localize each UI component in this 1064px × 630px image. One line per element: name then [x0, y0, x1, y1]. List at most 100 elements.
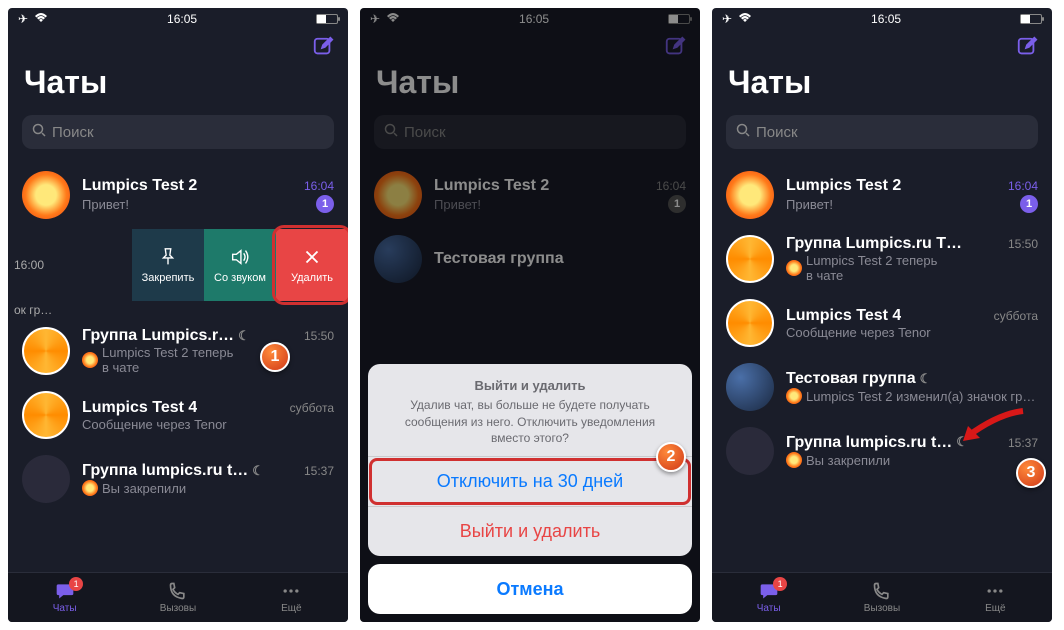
page-title: Чаты [8, 58, 348, 107]
search-input[interactable]: Поиск [374, 115, 686, 149]
tab-chats[interactable]: Чаты 1 [8, 573, 121, 622]
search-icon [384, 123, 398, 141]
chat-message: Lumpics Test 2 изменил(а) значок гр… [806, 389, 1035, 404]
sheet-leave-label: Выйти и удалить [460, 521, 600, 542]
chat-row-lumpics4[interactable]: Lumpics Test 4суббота Сообщение через Te… [712, 291, 1052, 355]
tab-more[interactable]: Ещё [939, 573, 1052, 622]
chat-message: Сообщение через Tenor [786, 325, 1038, 340]
chat-name: Lumpics Test 2 [82, 177, 197, 195]
wifi-icon [34, 12, 48, 26]
mini-avatar [786, 452, 802, 468]
status-time: 16:05 [871, 12, 901, 26]
sheet-cancel-button[interactable]: Отмена [368, 564, 692, 614]
avatar [726, 235, 774, 283]
chat-row-lumpics2[interactable]: Lumpics Test 216:04 Привет!1 [360, 163, 700, 227]
chat-name: Lumpics Test 4 [82, 399, 197, 417]
search-icon [32, 123, 46, 141]
sheet-title: Выйти и удалить [388, 378, 672, 393]
chat-row-lumpics2[interactable]: Lumpics Test 216:04 Привет!1 [712, 163, 1052, 227]
swipe-sound-button[interactable]: Со звуком [204, 229, 276, 301]
arrow-icon [958, 406, 1028, 446]
chat-name: Группа Lumpics.r… [82, 327, 234, 345]
tab-label: Ещё [985, 603, 1005, 614]
search-placeholder: Поиск [756, 124, 798, 141]
tab-label: Ещё [281, 603, 301, 614]
chat-message: Привет! [786, 195, 833, 213]
chat-message-line1: Lumpics Test 2 теперь [806, 253, 937, 268]
page-title: Чаты [360, 58, 700, 107]
sheet-leave-button[interactable]: Выйти и удалить [368, 506, 692, 556]
chat-message: Вы закрепили [806, 453, 890, 468]
chat-row-group-lower[interactable]: Группа lumpics.ru t… ☾ 15:37 Вы закрепил… [8, 447, 348, 511]
phone-screen-3: ✈ 16:05 Чаты Поиск Lumpics Test 216:04 П… [712, 8, 1052, 622]
tab-chats[interactable]: Чаты 1 [712, 573, 825, 622]
chat-row-lumpics4[interactable]: Lumpics Test 4 суббота Сообщение через T… [8, 383, 348, 447]
wifi-icon [386, 12, 400, 26]
status-time: 16:05 [519, 12, 549, 26]
mini-avatar [82, 480, 98, 496]
avatar [374, 235, 422, 283]
sheet-mute-30-button[interactable]: Отключить на 30 дней [368, 456, 692, 506]
chat-message-line2: в чате [806, 268, 937, 283]
compose-icon[interactable] [312, 36, 334, 58]
chat-time: 16:00 [14, 258, 44, 272]
action-sheet: Выйти и удалить Удалив чат, вы больше не… [368, 364, 692, 614]
chat-name: Lumpics Test 2 [434, 177, 549, 195]
sheet-cancel-label: Отмена [496, 579, 563, 600]
step-badge-1: 1 [260, 342, 290, 372]
mute-icon: ☾ [920, 371, 932, 387]
avatar [726, 171, 774, 219]
chat-name: Lumpics Test 2 [786, 177, 901, 195]
mini-avatar [786, 388, 802, 404]
search-placeholder: Поиск [404, 124, 446, 141]
chat-message: Сообщение через Tenor [82, 417, 334, 432]
chat-row-lumpics2[interactable]: Lumpics Test 2 16:04 Привет! 1 [8, 163, 348, 227]
chat-name: Группа Lumpics.ru T… [786, 235, 962, 253]
chat-time: суббота [290, 401, 334, 415]
swipe-sound-label: Со звуком [214, 272, 266, 284]
tab-more[interactable]: Ещё [235, 573, 348, 622]
avatar [726, 363, 774, 411]
chat-time: 16:04 [656, 179, 686, 193]
tab-calls[interactable]: Вызовы [825, 573, 938, 622]
avatar [726, 299, 774, 347]
wifi-icon [738, 12, 752, 26]
chat-row-testgroup[interactable]: Тестовая группа [360, 227, 700, 291]
chat-row-group-lumpics[interactable]: Группа Lumpics.ru T…15:50 Lumpics Test 2… [712, 227, 1052, 291]
tab-badge: 1 [773, 577, 787, 591]
status-bar: ✈ 16:05 [360, 8, 700, 30]
tab-calls[interactable]: Вызовы [121, 573, 234, 622]
avatar [374, 171, 422, 219]
airplane-icon: ✈ [370, 12, 380, 26]
header [8, 30, 348, 58]
airplane-icon: ✈ [722, 12, 732, 26]
phone-screen-1: ✈ 16:05 Чаты Поиск Lumpics Test 2 16:04 [8, 8, 348, 622]
chat-time: 16:04 [1008, 179, 1038, 193]
step-badge-3: 3 [1016, 458, 1046, 488]
chat-time: 15:37 [304, 464, 334, 478]
mute-icon: ☾ [252, 463, 264, 479]
compose-icon[interactable] [664, 36, 686, 58]
swipe-pin-button[interactable]: Закрепить [132, 229, 204, 301]
chat-name: Тестовая группа [434, 250, 564, 268]
tab-badge: 1 [69, 577, 83, 591]
tab-bar: Чаты 1 Вызовы Ещё [712, 572, 1052, 622]
chat-list[interactable]: Lumpics Test 2 16:04 Привет! 1 16:00 Зак… [8, 163, 348, 572]
chat-row-group-lumpics[interactable]: Группа Lumpics.r… ☾ 15:50 Lumpics Test 2… [8, 319, 348, 383]
status-bar: ✈ 16:05 [8, 8, 348, 30]
tab-label: Вызовы [160, 603, 196, 614]
chat-name: Группа lumpics.ru t… [786, 434, 952, 452]
swipe-delete-button[interactable]: Удалить [276, 229, 348, 301]
chat-name: Lumpics Test 4 [786, 307, 901, 325]
battery-icon [1020, 14, 1042, 24]
chat-message: Привет! [82, 197, 129, 212]
tab-label: Вызовы [864, 603, 900, 614]
unread-badge: 1 [668, 195, 686, 213]
chat-name: Тестовая группа [786, 370, 916, 388]
compose-icon[interactable] [1016, 36, 1038, 58]
search-input[interactable]: Поиск [22, 115, 334, 149]
search-icon [736, 123, 750, 141]
search-input[interactable]: Поиск [726, 115, 1038, 149]
battery-icon [668, 14, 690, 24]
avatar [22, 391, 70, 439]
